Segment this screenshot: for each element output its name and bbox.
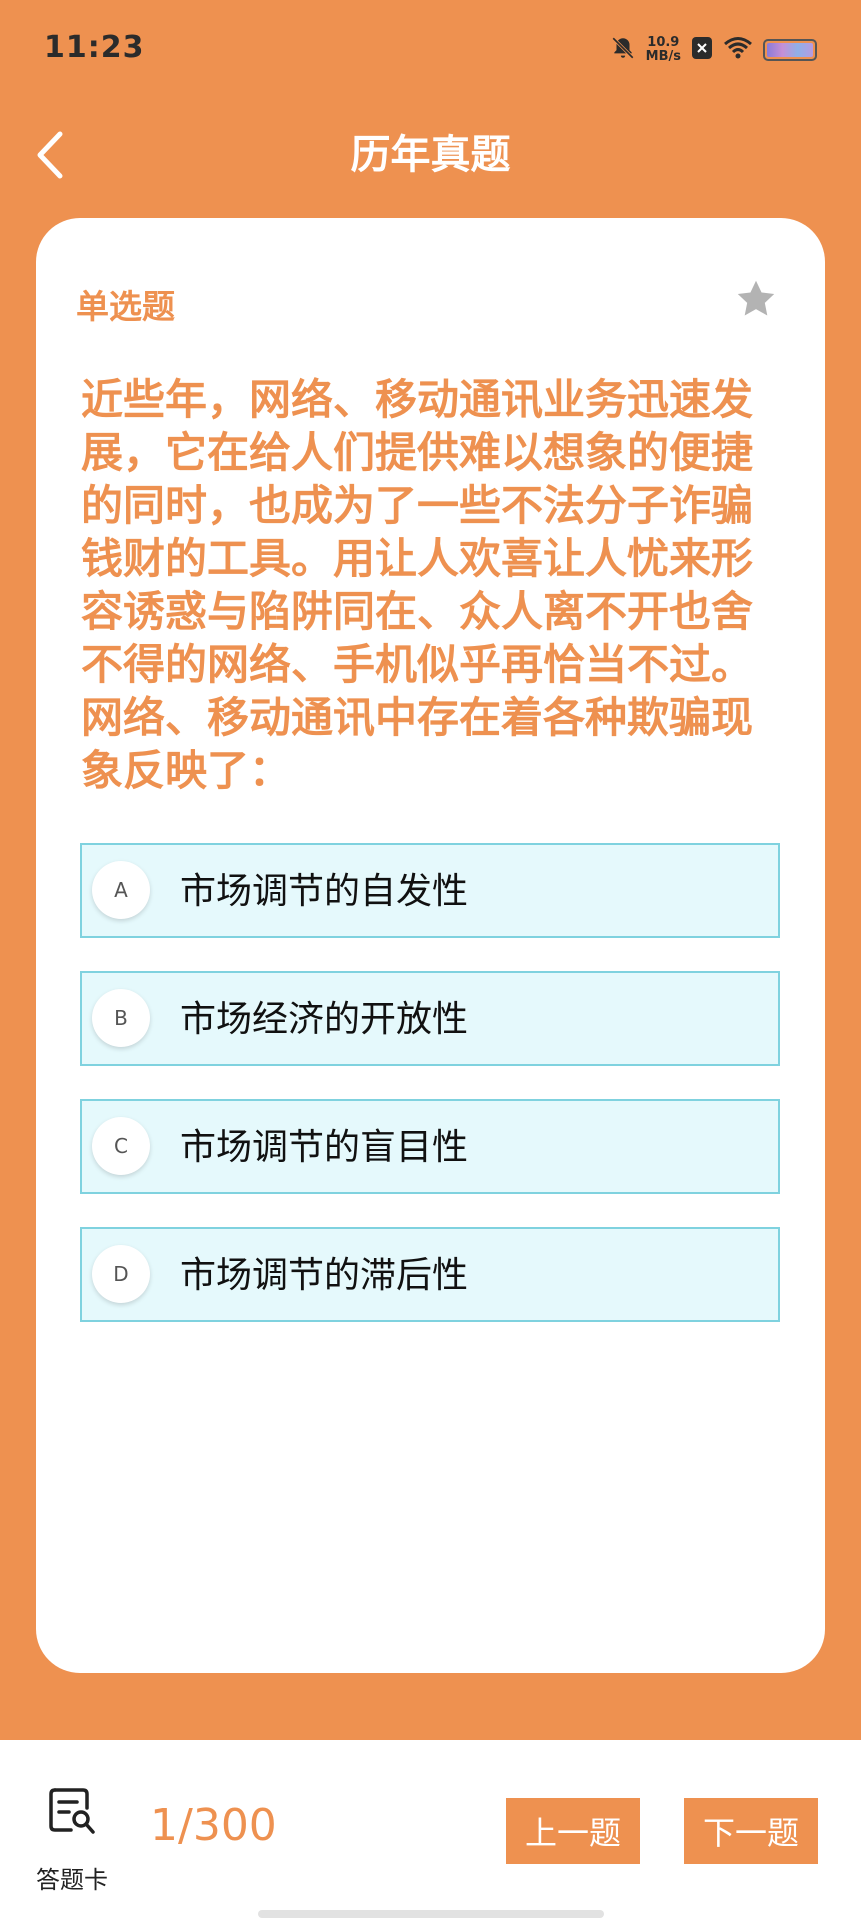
favorite-button[interactable] (733, 276, 779, 322)
option-b[interactable]: B 市场经济的开放性 (80, 971, 780, 1066)
header: 历年真题 (0, 110, 861, 200)
option-letter: B (92, 989, 150, 1047)
options-list: A 市场调节的自发性 B 市场经济的开放性 C 市场调节的盲目性 D 市场调节的… (80, 843, 780, 1355)
option-text: 市场调节的自发性 (180, 871, 469, 912)
progress-counter: 1/300 (150, 1800, 277, 1851)
option-letter: C (92, 1117, 150, 1175)
status-bar: 11:23 10.9 MB/s (0, 0, 861, 100)
question-text: 近些年，网络、移动通讯业务迅速发展，它在给人们提供难以想象的便捷的同时，也成为了… (81, 375, 754, 795)
option-c[interactable]: C 市场调节的盲目性 (80, 1099, 780, 1194)
answer-card-button[interactable]: 答题卡 (30, 1786, 114, 1894)
answer-sheet-icon (49, 1788, 95, 1834)
status-icons: 10.9 MB/s (610, 34, 817, 66)
answer-card-label: 答题卡 (36, 1866, 108, 1894)
bottom-bar: 答题卡 1/300 上一题 下一题 (0, 1740, 861, 1920)
star-icon (737, 280, 775, 316)
option-text: 市场调节的盲目性 (180, 1127, 469, 1168)
net-speed: 10.9 MB/s (645, 35, 681, 64)
page-title: 历年真题 (350, 132, 511, 178)
sim-off-icon (691, 36, 713, 64)
option-text: 市场经济的开放性 (180, 999, 469, 1040)
option-d[interactable]: D 市场调节的滞后性 (80, 1227, 780, 1322)
wifi-icon (723, 36, 753, 64)
next-question-button[interactable]: 下一题 (684, 1798, 818, 1864)
question-type-label: 单选题 (76, 287, 175, 326)
battery-icon (763, 39, 817, 61)
question-card: 单选题 近些年，网络、移动通讯业务迅速发展，它在给人们提供难以想象的便捷的同时，… (36, 218, 825, 1673)
option-text: 市场调节的滞后性 (180, 1255, 469, 1296)
home-indicator[interactable] (258, 1910, 604, 1918)
option-letter: A (92, 861, 150, 919)
bell-muted-icon (610, 35, 636, 65)
option-a[interactable]: A 市场调节的自发性 (80, 843, 780, 938)
option-letter: D (92, 1245, 150, 1303)
previous-question-button[interactable]: 上一题 (506, 1798, 640, 1864)
status-time: 11:23 (44, 30, 145, 65)
